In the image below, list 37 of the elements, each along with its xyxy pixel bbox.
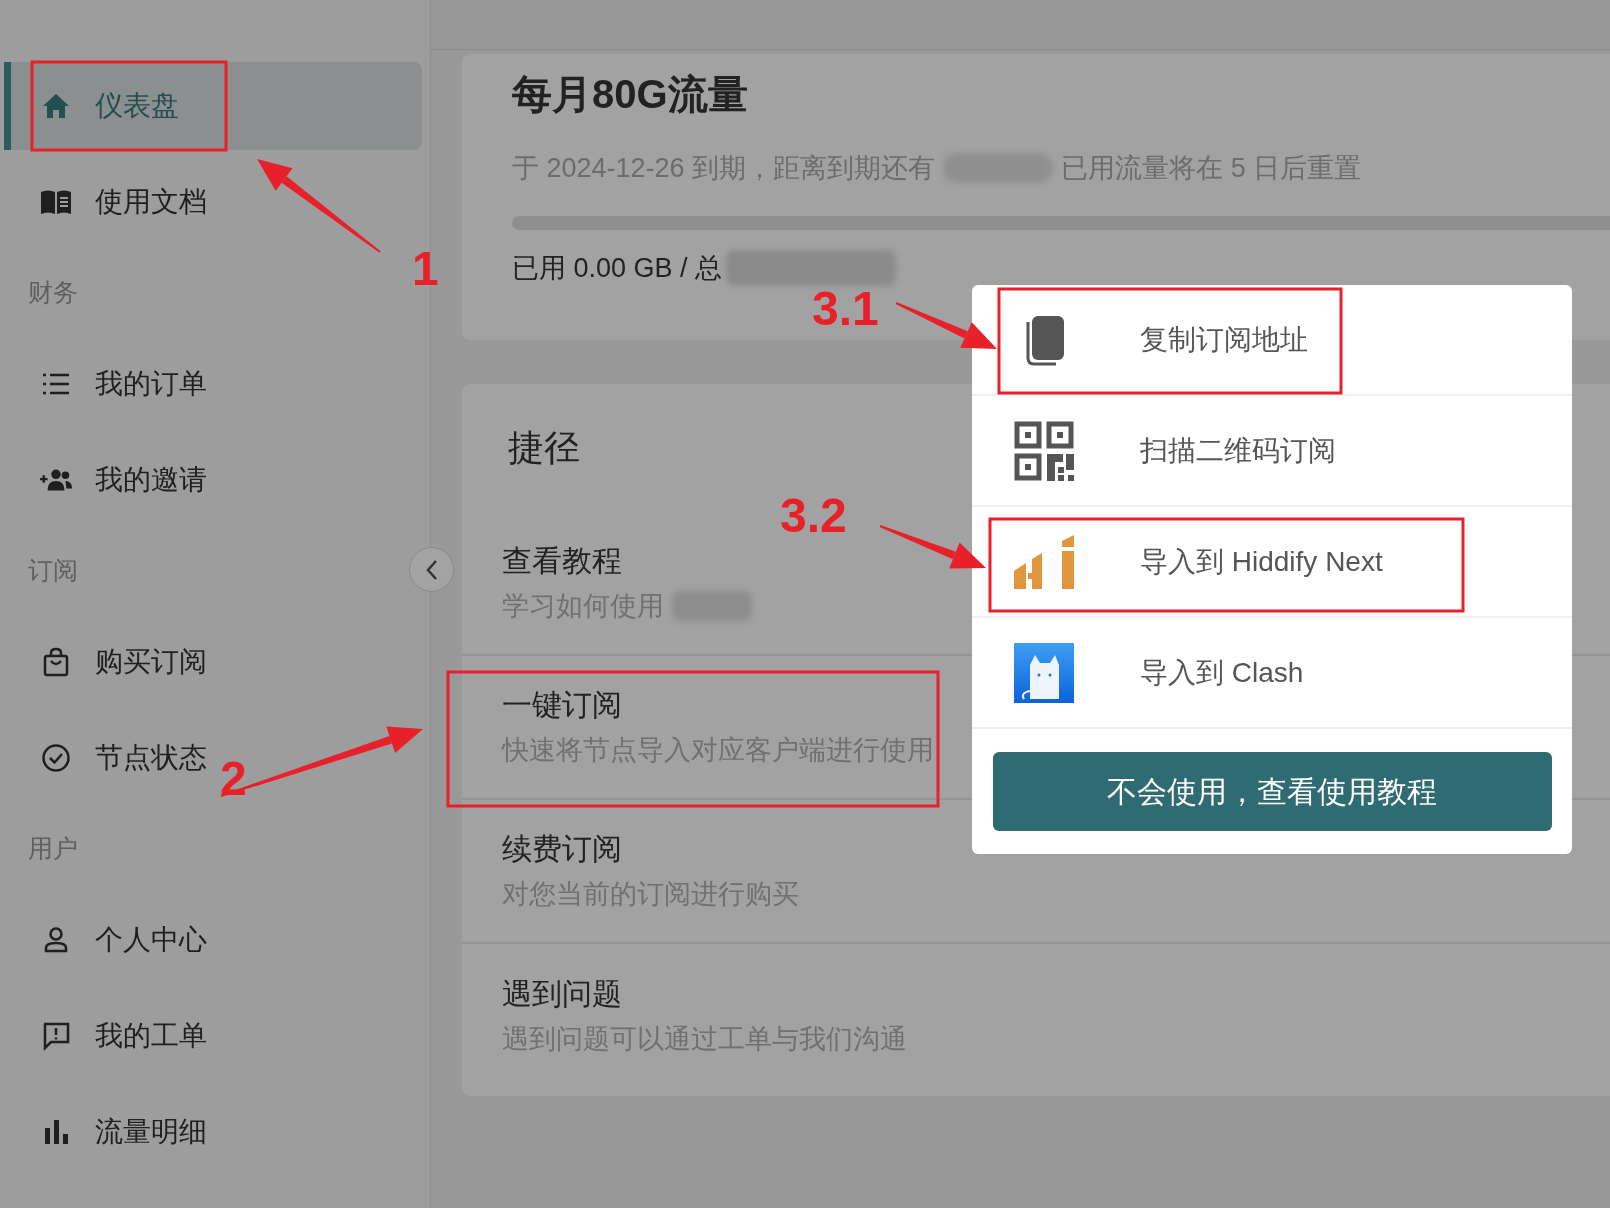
menu-option[interactable]: 导入到 Hiddify Next — [972, 507, 1572, 618]
nav-item[interactable]: 节点状态 — [4, 714, 213, 802]
card-title: 捷径 — [508, 426, 580, 470]
nav-item[interactable]: 流量明细 — [4, 1088, 213, 1176]
section-label: 用户 — [28, 833, 78, 865]
nav-item[interactable]: 我的工单 — [4, 992, 213, 1080]
section-label: 订阅 — [28, 555, 78, 587]
nav-item[interactable]: 我的订单 — [4, 340, 213, 428]
usage-text: 已用 0.00 GB / 总 — [512, 251, 723, 285]
section-label: 财务 — [28, 277, 78, 309]
nav-item[interactable]: 购买订阅 — [4, 618, 213, 706]
nav-item[interactable]: 我的邀请 — [4, 436, 213, 524]
app-logo-icon — [1014, 534, 1074, 589]
annotation-number: 3.1 — [812, 282, 879, 335]
chevron-left-icon — [424, 558, 439, 581]
check-circle-icon — [41, 743, 71, 773]
shortcut-title: 遇到问题 — [502, 976, 622, 1012]
qr-code-icon — [1014, 420, 1074, 481]
plan-title: 每月80G流量 — [512, 71, 749, 118]
cat-app-icon — [1014, 642, 1074, 703]
feedback-icon — [41, 1021, 71, 1051]
menu-option[interactable]: 导入到 Clash — [972, 618, 1572, 729]
bar-chart-icon — [42, 1118, 70, 1146]
nav-item[interactable]: 个人中心 — [4, 896, 213, 984]
shortcut-title: 续费订阅 — [502, 831, 622, 867]
nav-item[interactable]: 使用文档 — [4, 158, 213, 246]
shopping-bag-icon — [42, 647, 70, 677]
annotation-number: 1 — [412, 242, 439, 295]
shortcut-title: 一键订阅 — [502, 687, 622, 723]
home-icon — [41, 92, 71, 120]
list-icon — [41, 372, 71, 396]
shortcut-title: 查看教程 — [502, 543, 622, 579]
users-icon — [39, 467, 73, 493]
person-icon — [42, 926, 70, 954]
help-button[interactable]: 不会使用，查看使用教程 — [992, 752, 1552, 831]
menu-option[interactable]: 扫描二维码订阅 — [972, 396, 1572, 507]
book-icon — [39, 189, 73, 215]
